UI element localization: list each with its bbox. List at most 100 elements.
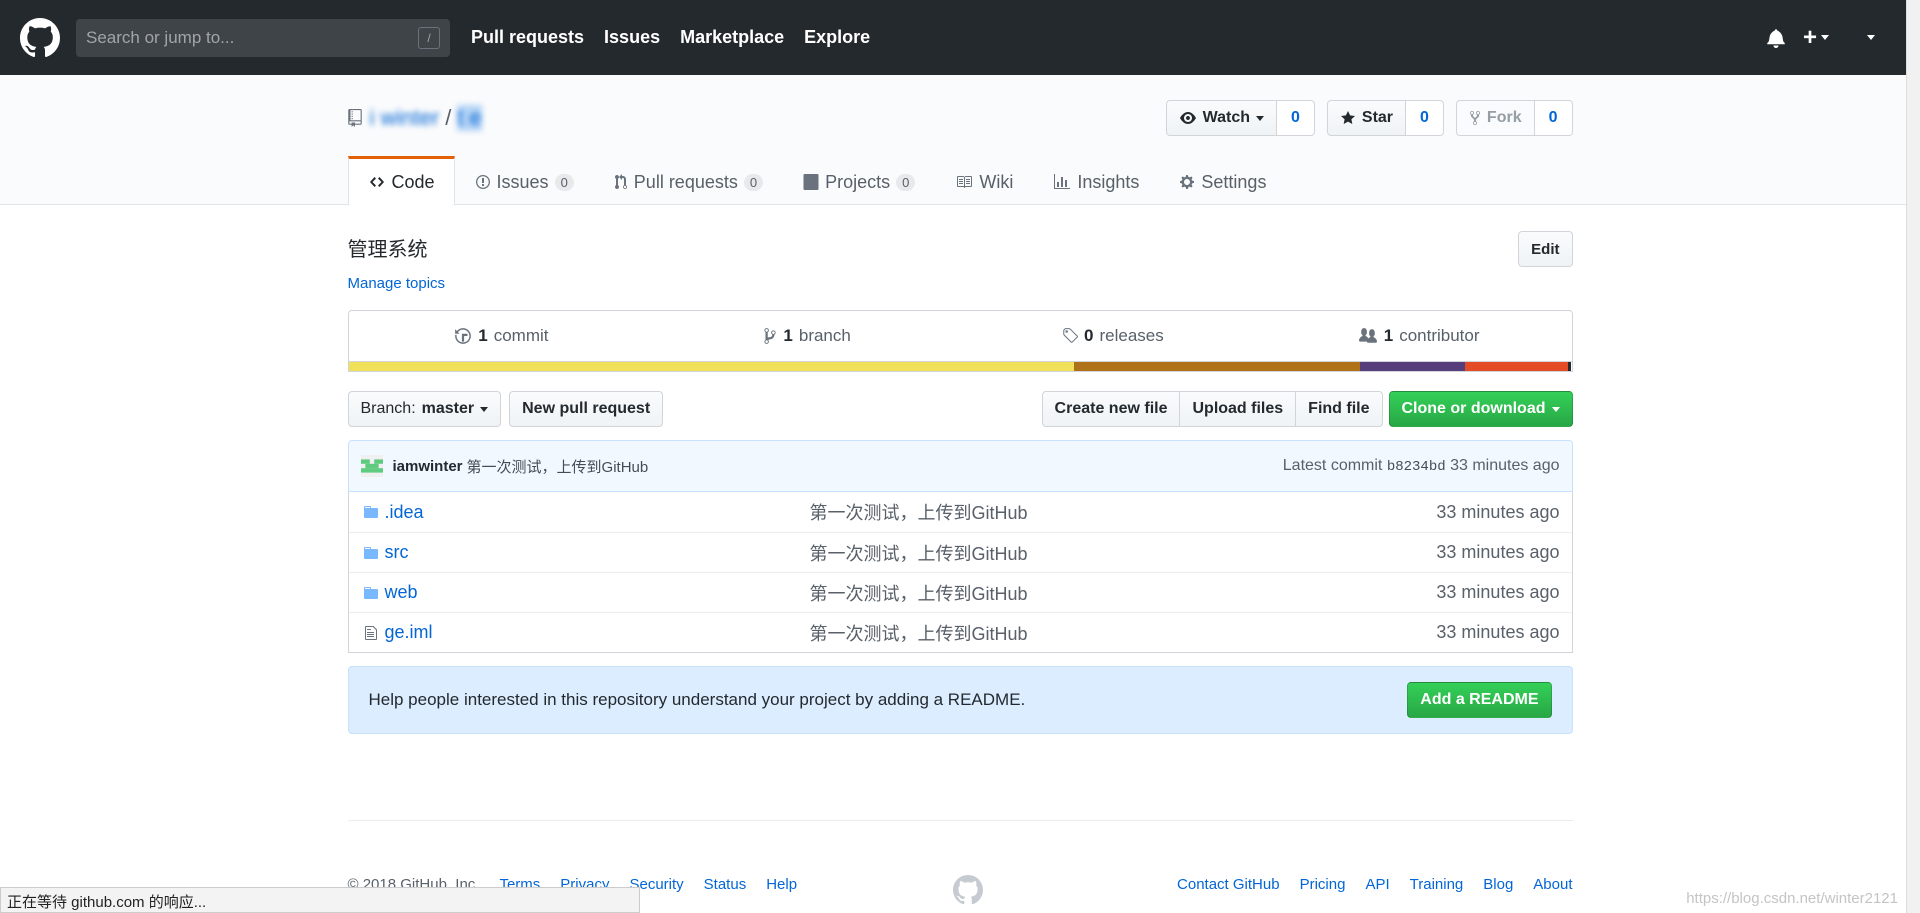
description-visible: 管理系统 [347, 239, 428, 261]
star-count[interactable]: 0 [1406, 100, 1444, 136]
branch-prefix: Branch: [360, 400, 416, 417]
project-icon [803, 174, 819, 190]
clone-download-button[interactable]: Clone or download [1388, 391, 1573, 427]
github-logo-icon[interactable] [20, 17, 60, 58]
commit-message-link[interactable]: 第一次测试，上传到GitHub [467, 456, 649, 477]
file-name-link[interactable]: web [385, 582, 810, 603]
tab-insights[interactable]: Insights [1033, 156, 1159, 206]
find-file-button[interactable]: Find file [1295, 391, 1383, 427]
tab-pull-requests-label: Pull requests [633, 171, 738, 192]
repo-actions: Watch 0 Star 0 Fork 0 [1165, 100, 1573, 136]
footer-link-help[interactable]: Help [766, 876, 797, 893]
releases-count: 0 [1084, 326, 1094, 345]
tab-code[interactable]: Code [347, 156, 455, 206]
chevron-down-icon [1821, 35, 1829, 40]
chevron-down-icon [1867, 35, 1875, 40]
repo-separator: / [445, 105, 452, 130]
repo-name-link[interactable]: t e [457, 105, 482, 131]
tab-settings[interactable]: Settings [1159, 156, 1286, 206]
upload-files-button[interactable]: Upload files [1179, 391, 1297, 427]
contributors-label: contributor [1399, 326, 1480, 345]
file-commit-message[interactable]: 第一次测试，上传到GitHub [810, 499, 1437, 525]
nav-pull-requests[interactable]: Pull requests [471, 27, 584, 48]
footer-link-status[interactable]: Status [704, 876, 747, 893]
file-name-link[interactable]: src [385, 542, 810, 563]
repo-title: i winter / t e [347, 105, 482, 131]
fork-icon [1469, 110, 1480, 126]
footer-link-about[interactable]: About [1533, 876, 1572, 893]
fork-count[interactable]: 0 [1534, 100, 1573, 136]
edit-button[interactable]: Edit [1518, 231, 1573, 267]
latest-commit-label: Latest commit [1282, 457, 1383, 474]
description-text: 管理系统 [348, 233, 428, 262]
create-new-file-button[interactable]: Create new file [1041, 391, 1181, 427]
file-name-visible: ge.iml [384, 622, 433, 642]
create-new-dropdown[interactable]: + [1803, 24, 1829, 52]
new-pull-request-button[interactable]: New pull request [509, 391, 664, 427]
star-button[interactable]: Star [1326, 100, 1407, 136]
chevron-down-icon [1255, 115, 1264, 121]
tab-wiki[interactable]: Wiki [935, 156, 1033, 206]
commits-count: 1 [478, 326, 488, 345]
footer-link-api[interactable]: API [1365, 876, 1389, 893]
avatar-dropdown[interactable] [1867, 35, 1875, 40]
releases-summary[interactable]: 0 releases [960, 311, 1266, 361]
issues-counter: 0 [554, 173, 574, 191]
people-icon [1358, 328, 1377, 343]
watch-count[interactable]: 0 [1276, 100, 1315, 136]
repo-owner-link[interactable]: i winter [370, 105, 440, 131]
nav-issues[interactable]: Issues [604, 27, 660, 48]
branch-select[interactable]: Branch: master [347, 391, 502, 427]
branches-label: branch [798, 326, 851, 345]
latest-commit: Latest commit b8234bd 33 minutes ago [1283, 457, 1560, 475]
commit-author-link[interactable]: iamwinter [393, 458, 463, 475]
file-commit-message[interactable]: 第一次测试，上传到GitHub [810, 540, 1437, 566]
contributors-summary[interactable]: 1 contributor [1266, 311, 1572, 361]
commit-sha-link[interactable]: b8234bd [1387, 459, 1446, 475]
watch-button[interactable]: Watch [1165, 100, 1277, 136]
folder-icon [363, 506, 378, 518]
table-row: .idea 第一次测试，上传到GitHub 33 minutes ago [349, 492, 1572, 532]
issue-icon [475, 175, 490, 189]
fork-label: Fork [1486, 109, 1522, 126]
file-commit-message[interactable]: 第一次测试，上传到GitHub [810, 620, 1437, 646]
projects-counter: 0 [896, 173, 916, 191]
file-name-link[interactable]: .idea [385, 502, 810, 523]
footer-link-training[interactable]: Training [1410, 876, 1464, 893]
commits-summary[interactable]: 1 commit [349, 311, 655, 361]
tag-icon [1063, 328, 1078, 343]
history-icon [455, 328, 472, 344]
folder-icon [363, 586, 378, 599]
footer-link-contact[interactable]: Contact GitHub [1177, 876, 1280, 893]
nav-marketplace[interactable]: Marketplace [680, 27, 784, 48]
bell-icon[interactable] [1767, 28, 1785, 48]
repo-content: 管理系统 Manage topics Edit 1 commit 1 branc… [347, 205, 1573, 734]
file-name-link[interactable]: ge.iml [385, 622, 810, 643]
avatar[interactable] [360, 455, 383, 477]
language-segment [1567, 362, 1572, 371]
footer-link-pricing[interactable]: Pricing [1300, 876, 1346, 893]
footer-link-blog[interactable]: Blog [1483, 876, 1513, 893]
star-label: Star [1361, 109, 1394, 126]
branches-summary[interactable]: 1 branch [654, 311, 960, 361]
top-nav: Pull requests Issues Marketplace Explore [471, 27, 890, 48]
github-mark-icon[interactable] [952, 875, 983, 905]
language-bar[interactable] [347, 362, 1573, 372]
tab-projects[interactable]: Projects 0 [783, 156, 935, 206]
fork-button[interactable]: Fork [1455, 100, 1535, 136]
numbers-summary: 1 commit 1 branch 0 releases 1 contribut… [347, 310, 1573, 362]
search-input[interactable]: Search or jump to... / [76, 18, 450, 57]
tab-pull-requests[interactable]: Pull requests 0 [594, 156, 783, 206]
scrollbar[interactable] [1906, 0, 1920, 913]
nav-explore[interactable]: Explore [804, 27, 870, 48]
tab-issues[interactable]: Issues 0 [455, 156, 594, 206]
tab-wiki-label: Wiki [979, 171, 1014, 192]
manage-topics-link[interactable]: Manage topics [348, 275, 446, 292]
file-age: 33 minutes ago [1436, 582, 1560, 602]
file-commit-message[interactable]: 第一次测试，上传到GitHub [810, 580, 1437, 606]
add-readme-button[interactable]: Add a README [1407, 682, 1552, 718]
browser-status-bar: 正在等待 github.com 的响应... [0, 887, 640, 913]
search-placeholder: Search or jump to... [86, 27, 235, 47]
watermark: https://blog.csdn.net/winter2121 [1686, 890, 1898, 907]
book-icon [957, 176, 973, 188]
